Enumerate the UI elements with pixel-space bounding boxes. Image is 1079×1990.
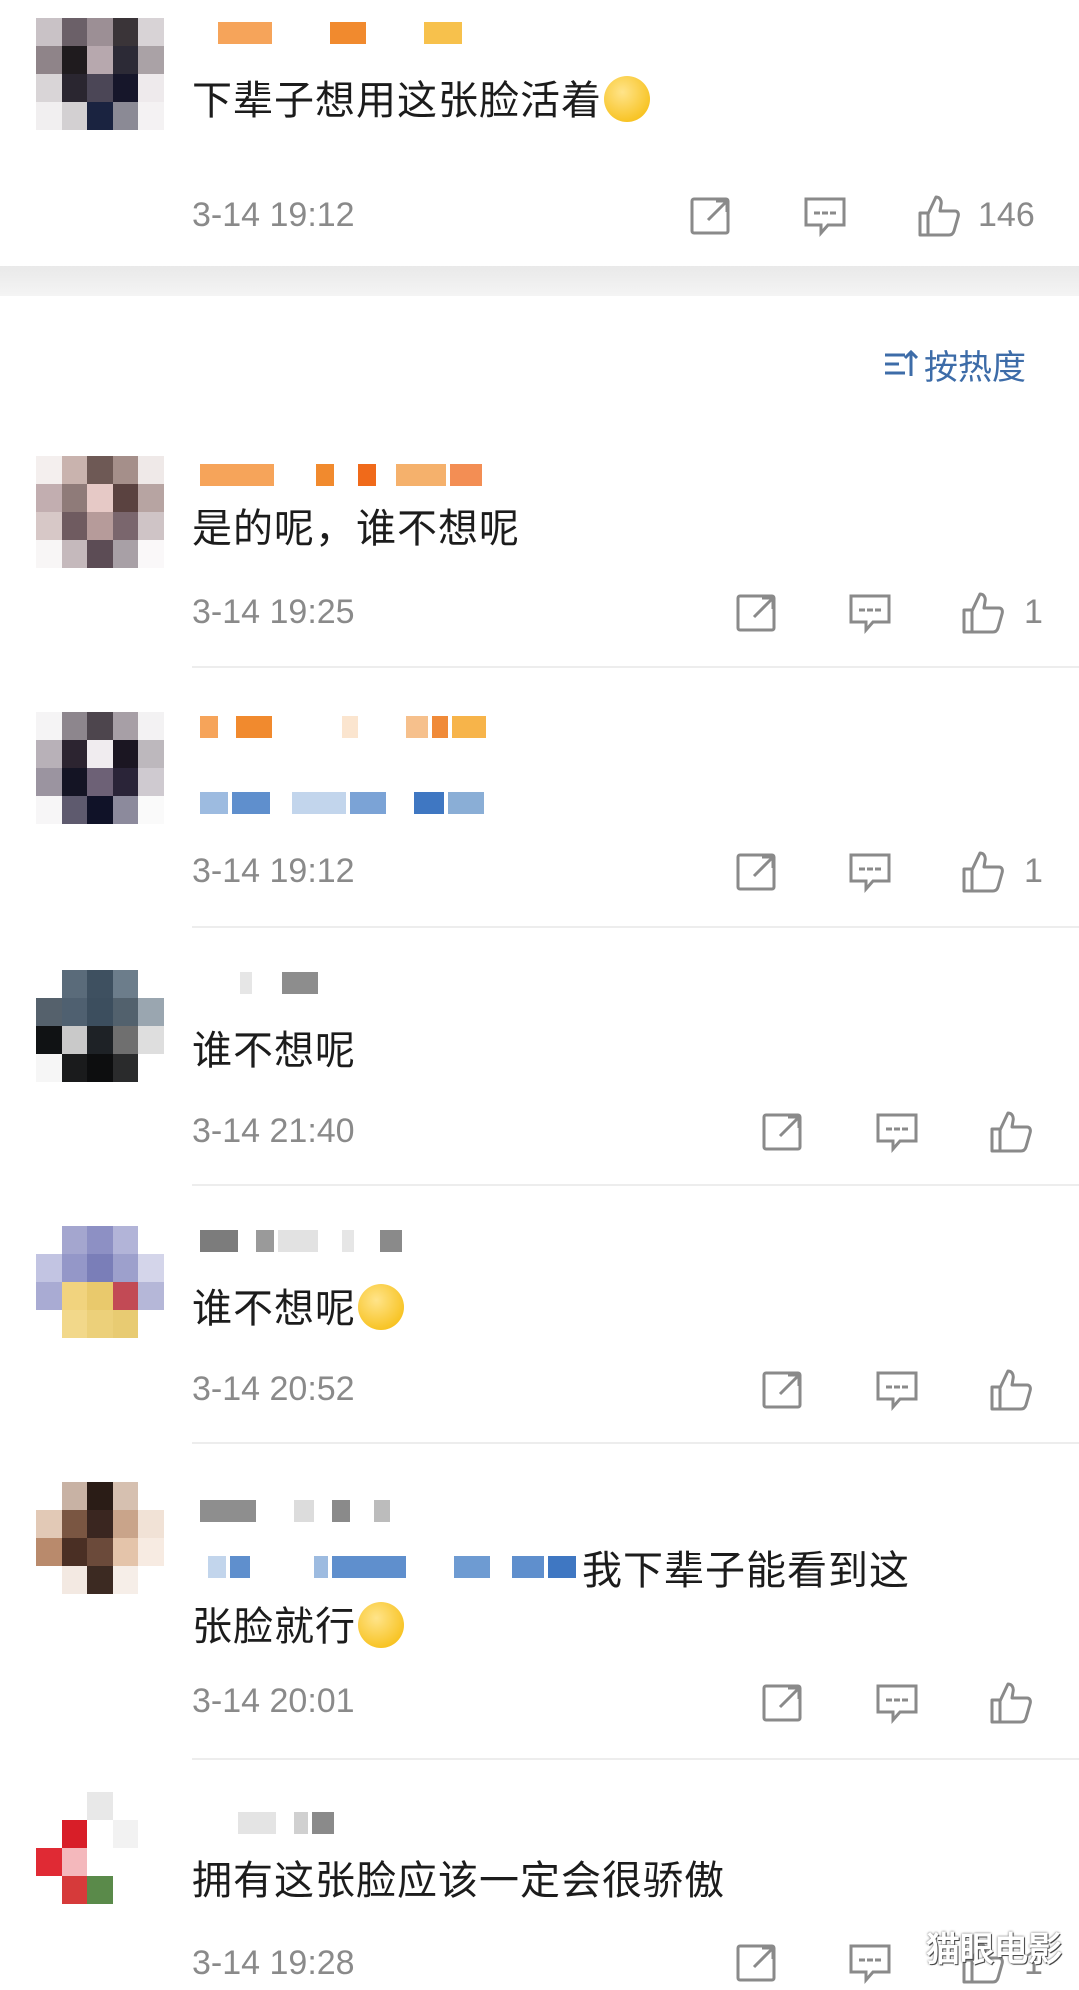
- share-button[interactable]: [760, 1680, 806, 1726]
- share-button[interactable]: [734, 1940, 780, 1986]
- share-button[interactable]: [688, 193, 734, 239]
- username-blurred[interactable]: [200, 714, 486, 740]
- comment-icon: [804, 197, 846, 237]
- share-button[interactable]: [760, 1109, 806, 1155]
- reply-time: 3-14 20:52: [192, 1370, 355, 1408]
- watermark: 猫眼电影: [926, 1930, 1062, 1970]
- divider: [192, 926, 1079, 928]
- reply-text: 是的呢，谁不想呢: [192, 506, 520, 552]
- section-separator: [0, 266, 1079, 296]
- scared-face-emoji: [358, 1602, 404, 1648]
- like-count: 146: [978, 196, 1035, 234]
- username-blurred[interactable]: [200, 1498, 390, 1524]
- avatar[interactable]: [36, 1226, 164, 1338]
- reply-text-blurred: [200, 790, 484, 816]
- avatar[interactable]: [36, 1792, 164, 1904]
- thumbs-up-icon: [990, 1111, 1032, 1153]
- share-icon: [762, 1684, 802, 1722]
- smiley-face-emoji: [358, 1284, 404, 1330]
- sort-label: 按热度: [924, 347, 1026, 388]
- avatar[interactable]: [36, 456, 164, 568]
- divider: [192, 1442, 1079, 1444]
- reply-text: 拥有这张脸应该一定会很骄傲: [192, 1858, 725, 1904]
- share-button[interactable]: [760, 1367, 806, 1413]
- thumbs-up-icon: [990, 1369, 1032, 1411]
- like-button[interactable]: [988, 1367, 1034, 1413]
- username-blurred[interactable]: [200, 1228, 402, 1254]
- share-icon: [736, 594, 776, 632]
- divider: [192, 1758, 1079, 1760]
- reply-text-line1: 我下辈子能看到这: [582, 1548, 910, 1594]
- avatar[interactable]: [36, 712, 164, 824]
- like-button[interactable]: [960, 590, 1006, 636]
- reply-text: 谁不想呢: [192, 1028, 356, 1074]
- comment-button[interactable]: [847, 1940, 893, 1986]
- reply-text: 谁不想呢: [192, 1280, 404, 1338]
- comment-button[interactable]: [802, 193, 848, 239]
- comment-icon: [876, 1371, 918, 1411]
- comment-button[interactable]: [847, 590, 893, 636]
- share-button[interactable]: [734, 849, 780, 895]
- like-button[interactable]: [960, 849, 1006, 895]
- like-count: 1: [1024, 593, 1043, 631]
- username-blurred[interactable]: [240, 970, 318, 996]
- avatar[interactable]: [36, 18, 164, 130]
- reply-time: 3-14 19:28: [192, 1944, 355, 1982]
- share-icon: [762, 1371, 802, 1409]
- username-blurred[interactable]: [218, 20, 462, 46]
- reply-text-line2: 张脸就行: [192, 1598, 404, 1656]
- sort-icon: [885, 349, 918, 376]
- share-icon: [762, 1113, 802, 1151]
- reply-text-blurred: [208, 1554, 576, 1580]
- share-icon: [736, 1944, 776, 1982]
- like-count: 1: [1024, 852, 1043, 890]
- comment-icon: [876, 1684, 918, 1724]
- reply-time: 3-14 20:01: [192, 1682, 355, 1720]
- divider: [192, 1184, 1079, 1186]
- thumbs-up-icon: [918, 195, 960, 237]
- reply-time: 3-14 21:40: [192, 1112, 355, 1150]
- comment-button[interactable]: [847, 849, 893, 895]
- comment-icon: [876, 1113, 918, 1153]
- avatar[interactable]: [36, 970, 164, 1082]
- reply-text: 我下辈子能看到这: [192, 1538, 910, 1596]
- like-button[interactable]: [988, 1680, 1034, 1726]
- like-button[interactable]: [988, 1109, 1034, 1155]
- comment-button[interactable]: [874, 1680, 920, 1726]
- share-icon: [736, 853, 776, 891]
- thumbs-up-icon: [962, 851, 1004, 893]
- comment-icon: [849, 853, 891, 893]
- comment-button[interactable]: [874, 1367, 920, 1413]
- divider: [192, 666, 1079, 668]
- username-blurred[interactable]: [238, 1810, 334, 1836]
- reply-time: 3-14 19:25: [192, 593, 355, 631]
- thumbs-up-icon: [990, 1682, 1032, 1724]
- comment-icon: [849, 594, 891, 634]
- avatar[interactable]: [36, 1482, 164, 1594]
- crying-face-emoji: [604, 76, 650, 122]
- reply-time: 3-14 19:12: [192, 852, 355, 890]
- comment-icon: [849, 1944, 891, 1984]
- like-button[interactable]: [916, 193, 962, 239]
- share-icon: [690, 197, 730, 235]
- username-blurred[interactable]: [200, 462, 482, 488]
- comment-text: 下辈子想用这张脸活着: [192, 72, 650, 130]
- thumbs-up-icon: [962, 592, 1004, 634]
- share-button[interactable]: [734, 590, 780, 636]
- sort-button[interactable]: 按热度: [882, 342, 1026, 388]
- comment-button[interactable]: [874, 1109, 920, 1155]
- comment-time: 3-14 19:12: [192, 196, 355, 234]
